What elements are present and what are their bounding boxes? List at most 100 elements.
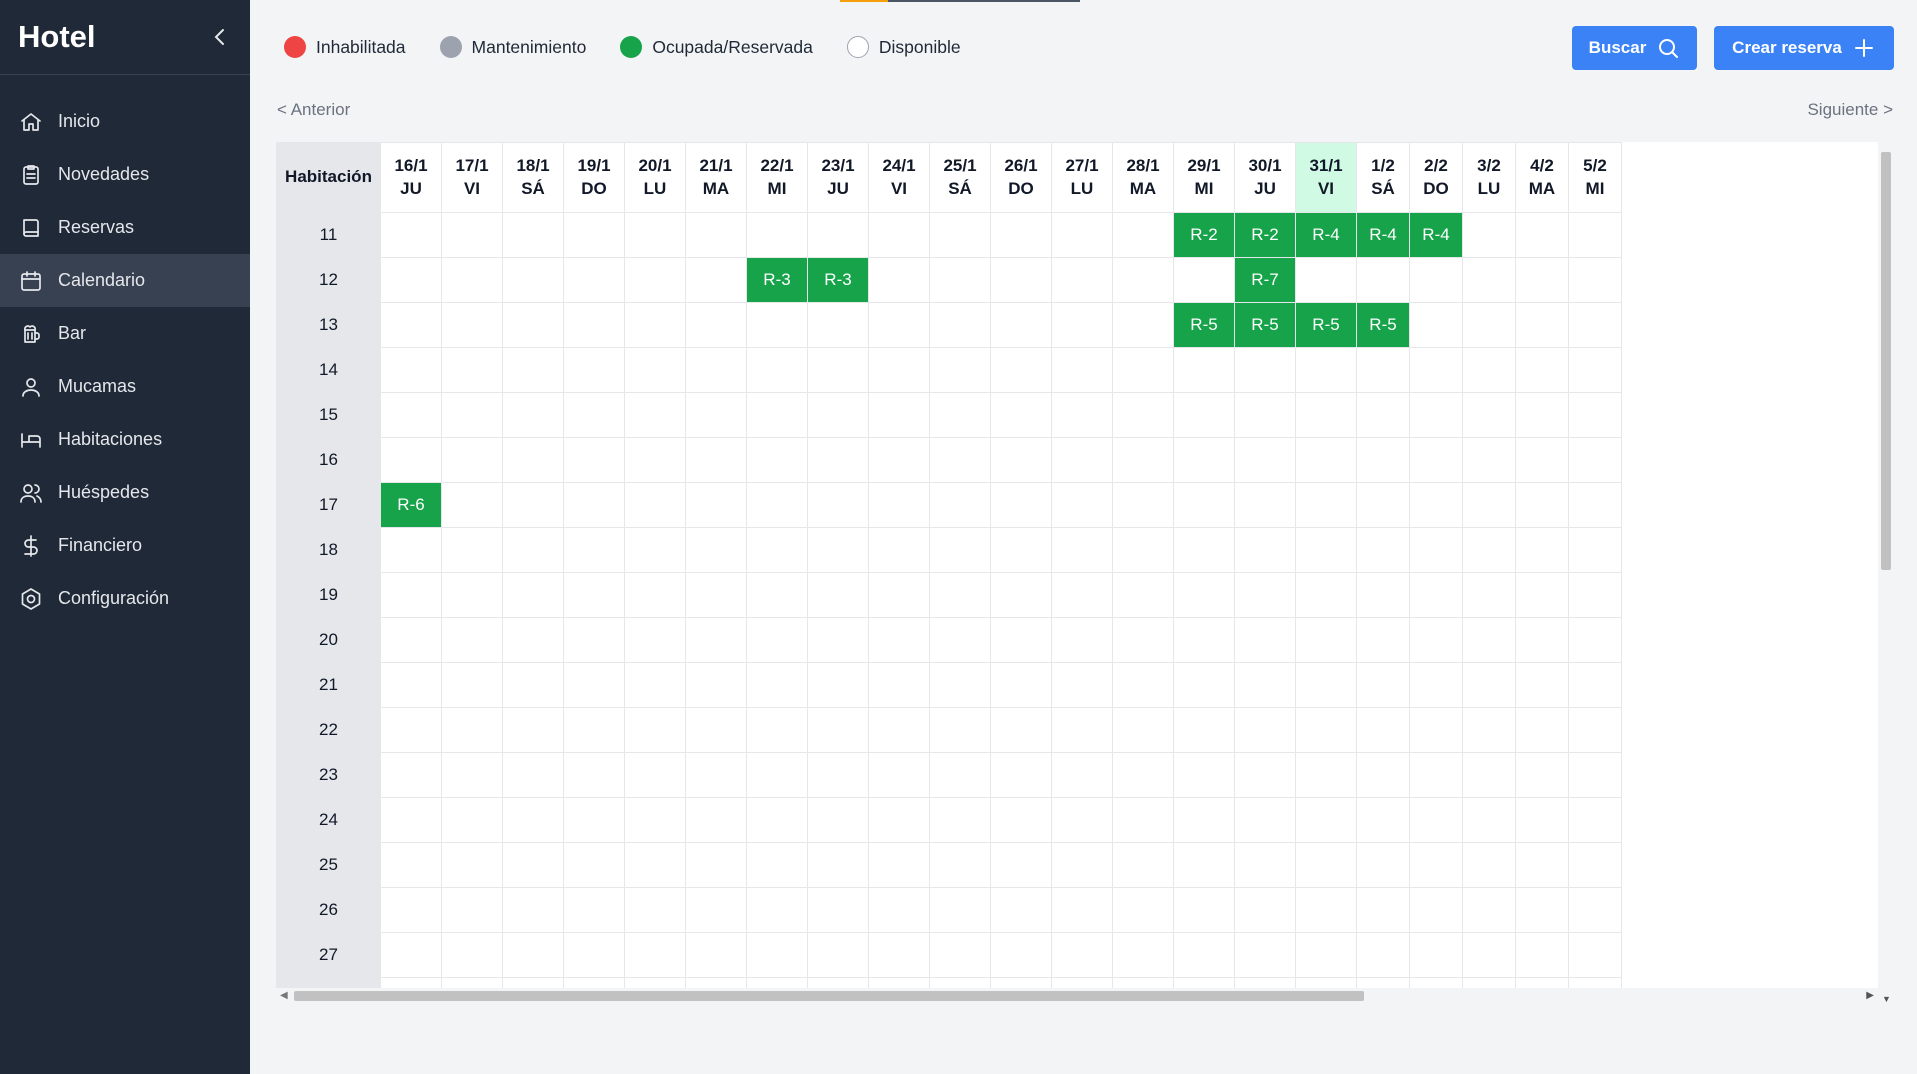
calendar-cell[interactable] <box>1173 932 1235 978</box>
next-link[interactable]: Siguiente > <box>1807 100 1893 120</box>
calendar-cell[interactable] <box>1173 797 1235 843</box>
calendar-cell[interactable] <box>807 482 869 528</box>
calendar-cell[interactable] <box>685 347 747 393</box>
calendar-cell[interactable] <box>1234 752 1296 798</box>
calendar-cell[interactable] <box>1173 257 1235 303</box>
calendar-cell[interactable] <box>624 482 686 528</box>
calendar-cell[interactable] <box>929 572 991 618</box>
calendar-cell[interactable] <box>1568 392 1622 438</box>
calendar-cell[interactable] <box>624 257 686 303</box>
calendar-cell[interactable] <box>441 662 503 708</box>
sidebar-item-huespedes[interactable]: Huéspedes <box>0 466 250 519</box>
calendar-cell[interactable] <box>502 797 564 843</box>
calendar-cell[interactable] <box>1051 302 1113 348</box>
calendar-cell[interactable] <box>868 527 930 573</box>
calendar-cell[interactable] <box>1462 707 1516 753</box>
calendar-cell[interactable] <box>1462 302 1516 348</box>
calendar-cell[interactable] <box>563 437 625 483</box>
calendar-cell[interactable] <box>1234 662 1296 708</box>
calendar-cell[interactable] <box>1409 707 1463 753</box>
calendar-cell[interactable] <box>746 797 808 843</box>
calendar-cell[interactable] <box>380 347 442 393</box>
calendar-cell[interactable] <box>1568 482 1622 528</box>
reservation-cell[interactable]: R-4 <box>1295 212 1357 258</box>
calendar-cell[interactable] <box>502 437 564 483</box>
calendar-cell[interactable] <box>1051 662 1113 708</box>
calendar-cell[interactable] <box>1112 707 1174 753</box>
calendar-cell[interactable] <box>563 932 625 978</box>
calendar-cell[interactable] <box>929 347 991 393</box>
vertical-scrollbar[interactable]: ▼ <box>1878 142 1894 1004</box>
calendar-cell[interactable] <box>1515 617 1569 663</box>
calendar-cell[interactable] <box>624 797 686 843</box>
calendar-cell[interactable] <box>1051 212 1113 258</box>
calendar-cell[interactable] <box>1515 212 1569 258</box>
calendar-cell[interactable] <box>1515 347 1569 393</box>
calendar-cell[interactable] <box>441 347 503 393</box>
calendar-cell[interactable] <box>868 572 930 618</box>
calendar-cell[interactable] <box>1173 887 1235 933</box>
calendar-cell[interactable] <box>868 347 930 393</box>
calendar-cell[interactable] <box>929 392 991 438</box>
calendar-cell[interactable] <box>868 437 930 483</box>
reservation-cell[interactable]: R-5 <box>1234 302 1296 348</box>
sidebar-item-novedades[interactable]: Novedades <box>0 148 250 201</box>
calendar-cell[interactable] <box>1462 257 1516 303</box>
calendar-cell[interactable] <box>563 347 625 393</box>
calendar-cell[interactable] <box>1234 572 1296 618</box>
calendar-cell[interactable] <box>929 797 991 843</box>
calendar-cell[interactable] <box>1112 257 1174 303</box>
calendar-cell[interactable] <box>685 617 747 663</box>
calendar-cell[interactable] <box>685 572 747 618</box>
calendar-cell[interactable] <box>502 932 564 978</box>
calendar-cell[interactable] <box>990 302 1052 348</box>
calendar-cell[interactable] <box>1112 347 1174 393</box>
calendar-cell[interactable] <box>1173 617 1235 663</box>
calendar-cell[interactable] <box>746 662 808 708</box>
calendar-cell[interactable] <box>929 302 991 348</box>
calendar-cell[interactable] <box>929 617 991 663</box>
calendar-cell[interactable] <box>624 302 686 348</box>
calendar-cell[interactable] <box>1112 437 1174 483</box>
calendar-cell[interactable] <box>868 662 930 708</box>
reservation-cell[interactable]: R-3 <box>746 257 808 303</box>
calendar-cell[interactable] <box>1462 797 1516 843</box>
calendar-cell[interactable] <box>929 887 991 933</box>
calendar-cell[interactable] <box>1112 482 1174 528</box>
calendar-cell[interactable] <box>807 347 869 393</box>
calendar-cell[interactable] <box>1409 797 1463 843</box>
calendar-cell[interactable] <box>1356 527 1410 573</box>
calendar-cell[interactable] <box>685 392 747 438</box>
calendar-cell[interactable] <box>1295 257 1357 303</box>
calendar-cell[interactable] <box>563 662 625 708</box>
calendar-cell[interactable] <box>990 617 1052 663</box>
calendar-cell[interactable] <box>1356 662 1410 708</box>
calendar-cell[interactable] <box>1173 527 1235 573</box>
calendar-cell[interactable] <box>1356 437 1410 483</box>
calendar-cell[interactable] <box>1112 662 1174 708</box>
calendar-cell[interactable] <box>868 257 930 303</box>
calendar-cell[interactable] <box>1409 887 1463 933</box>
calendar-cell[interactable] <box>1462 212 1516 258</box>
calendar-cell[interactable] <box>1515 302 1569 348</box>
calendar-cell[interactable] <box>929 707 991 753</box>
calendar-cell[interactable] <box>990 437 1052 483</box>
calendar-cell[interactable] <box>990 797 1052 843</box>
calendar-cell[interactable] <box>1356 257 1410 303</box>
calendar-cell[interactable] <box>1515 482 1569 528</box>
reservation-cell[interactable]: R-5 <box>1356 302 1410 348</box>
calendar-cell[interactable] <box>624 932 686 978</box>
calendar-cell[interactable] <box>1515 392 1569 438</box>
calendar-cell[interactable] <box>807 887 869 933</box>
calendar-cell[interactable] <box>1568 662 1622 708</box>
calendar-cell[interactable] <box>1515 752 1569 798</box>
calendar-cell[interactable] <box>1173 347 1235 393</box>
calendar-cell[interactable] <box>1112 527 1174 573</box>
calendar-cell[interactable] <box>502 887 564 933</box>
sidebar-item-inicio[interactable]: Inicio <box>0 95 250 148</box>
search-button[interactable]: Buscar <box>1572 26 1697 70</box>
calendar-cell[interactable] <box>1568 437 1622 483</box>
calendar-cell[interactable] <box>929 842 991 888</box>
sidebar-item-reservas[interactable]: Reservas <box>0 201 250 254</box>
calendar-cell[interactable] <box>380 302 442 348</box>
